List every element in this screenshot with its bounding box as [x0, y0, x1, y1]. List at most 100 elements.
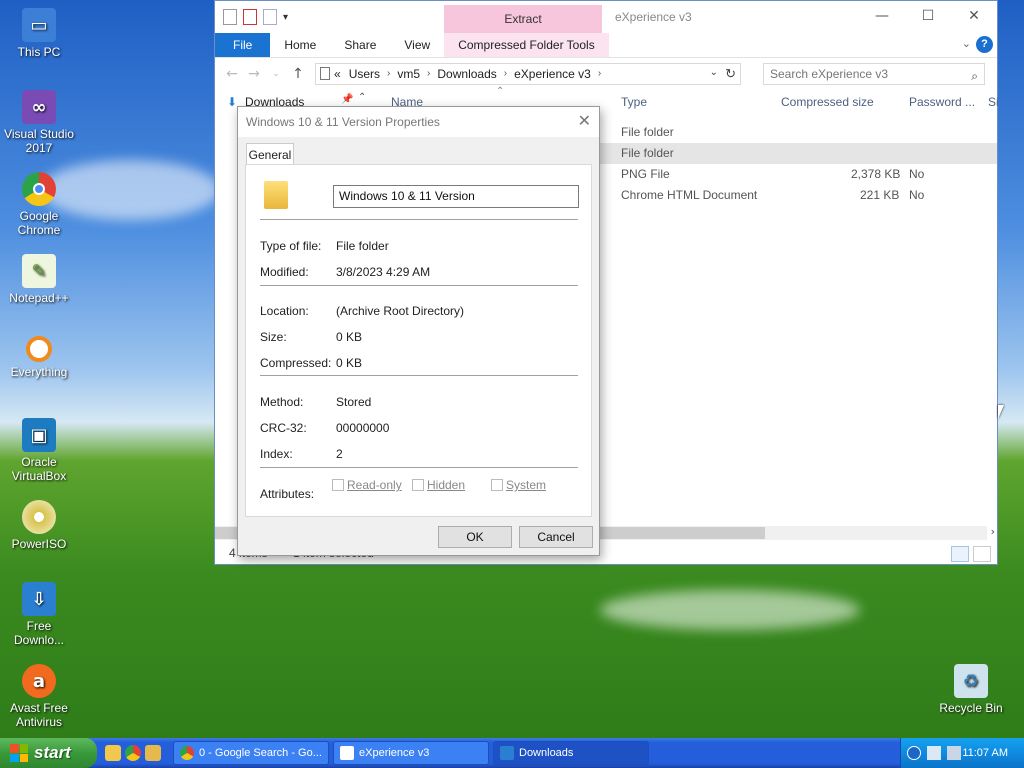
quick-access-toolbar: ▾: [215, 9, 288, 25]
system-checkbox[interactable]: System: [491, 478, 546, 492]
system-label: System: [506, 478, 547, 492]
up-arrow-icon[interactable]: ↑: [287, 66, 309, 82]
chrome-icon: [22, 172, 56, 206]
tab-compressed-folder-tools[interactable]: Compressed Folder Tools: [444, 33, 609, 57]
desktop-icon-this-pc[interactable]: ▭ This PC: [4, 8, 74, 59]
large-icons-view-icon[interactable]: [973, 546, 991, 562]
chevron-up-icon[interactable]: ⌃: [358, 92, 366, 103]
start-button[interactable]: start: [0, 738, 97, 768]
download-arrow-icon: [500, 746, 514, 760]
breadcrumb-downloads[interactable]: Downloads: [433, 67, 500, 81]
properties-check-icon[interactable]: [243, 9, 257, 25]
task-label: eXperience v3: [359, 747, 430, 759]
help-icon[interactable]: ?: [976, 36, 993, 53]
details-view-icon[interactable]: [951, 546, 969, 562]
customize-toolbar-icon[interactable]: ▾: [283, 12, 288, 23]
index-value: 2: [336, 447, 343, 461]
readonly-checkbox[interactable]: Read-only: [332, 478, 402, 492]
desktop-icon-recycle-bin[interactable]: ♻ Recycle Bin: [936, 664, 1006, 715]
tab-general[interactable]: General: [246, 143, 294, 165]
column-size[interactable]: Si: [988, 95, 999, 109]
type-value: File folder: [336, 239, 389, 253]
size-value: 0 KB: [336, 330, 363, 344]
desktop-icon-notepadpp[interactable]: ✎ Notepad++: [4, 254, 74, 305]
column-compressed-size[interactable]: Compressed size: [781, 95, 874, 109]
address-dropdown-icon[interactable]: ⌄: [710, 67, 718, 78]
row-password: No: [909, 167, 925, 181]
table-row[interactable]: File folder: [595, 143, 997, 164]
tab-file[interactable]: File: [215, 33, 271, 57]
minimize-button[interactable]: —: [859, 1, 905, 31]
chevron-down-icon[interactable]: ⌄: [962, 37, 971, 50]
tray-expand-icon[interactable]: [907, 746, 921, 760]
scroll-right-icon[interactable]: ›: [991, 525, 995, 538]
recent-dropdown-icon[interactable]: ⌄: [265, 69, 287, 79]
desktop-icon-virtualbox[interactable]: ▣ Oracle VirtualBox: [4, 418, 74, 483]
tab-home[interactable]: Home: [270, 33, 330, 57]
breadcrumb-vm5[interactable]: vm5: [393, 67, 424, 81]
ribbon-tabs: File Home Share View Compressed Folder T…: [215, 33, 997, 57]
maximize-button[interactable]: ☐: [905, 1, 951, 31]
chevron-right-icon[interactable]: ›: [384, 68, 393, 79]
close-icon[interactable]: ✕: [578, 107, 591, 137]
forward-arrow-icon[interactable]: →: [243, 66, 265, 82]
page-icon[interactable]: [223, 9, 237, 25]
network-icon[interactable]: [927, 746, 941, 760]
checkbox-box[interactable]: [332, 479, 344, 491]
task-downloads[interactable]: Downloads: [493, 741, 649, 765]
breadcrumb-overflow[interactable]: «: [330, 67, 345, 81]
new-folder-icon[interactable]: [263, 9, 277, 25]
desktop-icon-visual-studio[interactable]: ∞ Visual Studio 2017: [4, 90, 74, 155]
checkbox-box[interactable]: [412, 479, 424, 491]
sort-caret-icon: ⌃: [496, 86, 505, 97]
column-type[interactable]: Type: [621, 95, 647, 109]
breadcrumb-users[interactable]: Users: [345, 67, 384, 81]
name-field[interactable]: Windows 10 & 11 Version: [333, 185, 579, 208]
desktop-icon-free-download[interactable]: ⇩ Free Downlo...: [4, 582, 74, 647]
checkbox-box[interactable]: [491, 479, 503, 491]
close-button[interactable]: ✕: [951, 1, 997, 31]
chevron-right-icon[interactable]: ›: [424, 68, 433, 79]
search-input[interactable]: Search eXperience v3 ⌕: [763, 62, 985, 85]
explorer-titlebar[interactable]: ▾ Extract eXperience v3 — ☐ ✕: [215, 1, 997, 33]
clock[interactable]: 11:07 AM: [962, 747, 1008, 759]
pin-icon[interactable]: 📌: [341, 94, 353, 105]
desktop-icon-everything[interactable]: Everything: [4, 336, 74, 379]
free-download-icon: ⇩: [22, 582, 56, 616]
address-bar[interactable]: « Users › vm5 › Downloads › eXperience v…: [315, 62, 741, 85]
download-arrow-icon: ⬇: [227, 95, 238, 109]
tab-share[interactable]: Share: [330, 33, 390, 57]
table-row[interactable]: File folder: [595, 122, 997, 143]
task-experience-v3[interactable]: eXperience v3: [333, 741, 489, 765]
hidden-checkbox[interactable]: Hidden: [412, 478, 465, 492]
extract-contextual-tab[interactable]: Extract: [444, 5, 602, 33]
chrome-icon[interactable]: [125, 745, 141, 761]
column-password[interactable]: Password ...: [909, 95, 975, 109]
chevron-right-icon[interactable]: ›: [595, 68, 604, 79]
properties-dialog[interactable]: Windows 10 & 11 Version Properties ✕ Gen…: [237, 106, 600, 556]
start-label: start: [34, 743, 71, 762]
method-value: Stored: [336, 395, 372, 409]
folder-icon[interactable]: [145, 745, 161, 761]
visual-studio-icon: ∞: [22, 90, 56, 124]
dialog-titlebar[interactable]: Windows 10 & 11 Version Properties ✕: [238, 107, 599, 137]
desktop-icon-chrome[interactable]: Google Chrome: [4, 172, 74, 237]
desktop-icon-poweriso[interactable]: PowerISO: [4, 500, 74, 551]
ok-button[interactable]: OK: [438, 526, 512, 548]
table-row[interactable]: PNG File 2,378 KB No: [595, 164, 997, 185]
task-chrome-google-search[interactable]: 0 - Google Search - Go...: [173, 741, 329, 765]
tab-view[interactable]: View: [390, 33, 444, 57]
breadcrumb-experience[interactable]: eXperience v3: [510, 67, 595, 81]
recycle-bin-icon: ♻: [954, 664, 988, 698]
volume-muted-icon[interactable]: [947, 746, 961, 760]
refresh-icon[interactable]: ↻: [725, 66, 736, 82]
cancel-button[interactable]: Cancel: [519, 526, 593, 548]
row-compressed-size: 2,378 KB: [851, 167, 901, 181]
desktop-icon-avast[interactable]: a Avast Free Antivirus: [4, 664, 74, 729]
row-type: File folder: [621, 146, 674, 160]
table-row[interactable]: Chrome HTML Document 221 KB No: [595, 185, 997, 206]
chevron-right-icon[interactable]: ›: [501, 68, 510, 79]
file-explorer-icon[interactable]: [105, 745, 121, 761]
back-arrow-icon[interactable]: ←: [221, 66, 243, 82]
notepadpp-icon: ✎: [22, 254, 56, 288]
